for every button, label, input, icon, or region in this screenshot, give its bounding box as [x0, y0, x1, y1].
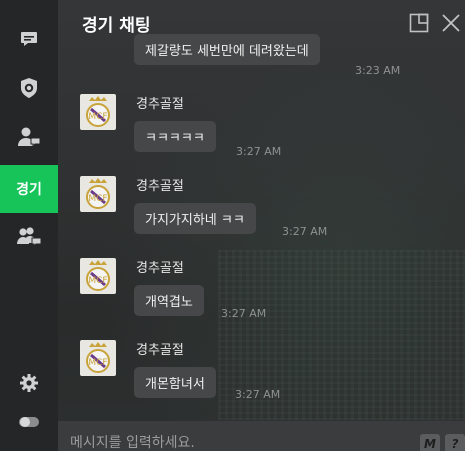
message-time: 3:27 AM	[282, 225, 328, 238]
avatar[interactable]: MCF	[80, 94, 116, 130]
avatar[interactable]: MCF	[80, 176, 116, 212]
user-chat-icon	[18, 127, 41, 148]
help-button[interactable]: ?	[445, 434, 465, 451]
sidebar-item-chat[interactable]	[0, 17, 58, 61]
gear-icon	[20, 374, 38, 392]
club-crest-icon: MCF	[86, 178, 110, 209]
match-chat-panel: 경기 채팅 제갈량도 세번만에 데려왔는데 3:23 AM MCF 경추골절 ㅋ…	[58, 0, 465, 451]
svg-text:MCF: MCF	[88, 194, 107, 204]
message-bubble: 가지가지하네 ㅋㅋ	[134, 203, 256, 234]
avatar[interactable]: MCF	[80, 258, 116, 294]
message-list[interactable]: 제갈량도 세번만에 데려왔는데 3:23 AM MCF 경추골절 ㅋㅋㅋㅋㅋ 3…	[58, 34, 465, 420]
message-input-placeholder: 메시지를 입력하세요.	[70, 435, 195, 451]
message-time: 3:23 AM	[355, 64, 401, 77]
sidebar: 경기	[0, 0, 58, 451]
club-crest-icon: MCF	[86, 96, 110, 127]
sidebar-item-toggle[interactable]	[0, 400, 58, 444]
message-bubble: 제갈량도 세번만에 데려왔는데	[134, 34, 320, 65]
sidebar-item-settings[interactable]	[0, 361, 58, 405]
shield-ball-icon	[21, 78, 37, 98]
svg-text:MCF: MCF	[88, 276, 107, 286]
sidebar-item-group[interactable]	[0, 215, 58, 259]
club-crest-icon: MCF	[86, 260, 110, 291]
message-time: 3:27 AM	[236, 145, 282, 158]
message-item: 제갈량도 세번만에 데려왔는데 3:23 AM	[80, 7, 460, 81]
message-time: 3:27 AM	[235, 388, 281, 401]
message-bubble: ㅋㅋㅋㅋㅋ	[134, 121, 216, 152]
message-bubble: 개몬함녀서	[134, 367, 216, 398]
sidebar-item-match-label: 경기	[16, 182, 42, 198]
group-chat-icon	[17, 227, 42, 248]
message-bubble: 개역겹노	[134, 285, 204, 316]
avatar[interactable]: MCF	[80, 340, 116, 376]
sidebar-item-friends[interactable]	[0, 115, 58, 159]
toggle-icon	[19, 417, 39, 427]
chat-bubble-icon	[21, 32, 37, 46]
message-time: 3:27 AM	[221, 307, 267, 320]
message-item: MCF 경추골절 가지가지하네 ㅋㅋ 3:27 AM	[80, 176, 460, 246]
message-author: 경추골절	[136, 97, 184, 112]
sidebar-item-club[interactable]	[0, 66, 58, 110]
svg-text:MCF: MCF	[88, 112, 107, 122]
macro-button[interactable]: M	[420, 434, 440, 451]
club-crest-icon: MCF	[86, 342, 110, 373]
message-author: 경추골절	[136, 179, 184, 194]
svg-text:MCF: MCF	[88, 358, 107, 368]
sidebar-item-match[interactable]: 경기	[0, 165, 58, 213]
message-item: MCF 경추골절 ㅋㅋㅋㅋㅋ 3:27 AM	[80, 94, 460, 164]
message-author: 경추골절	[136, 343, 184, 358]
message-author: 경추골절	[136, 261, 184, 276]
message-input[interactable]: 메시지를 입력하세요. M ?	[58, 421, 465, 451]
message-item: MCF 경추골절 개역겹노 3:27 AM	[80, 258, 460, 328]
message-item: MCF 경추골절 개몬함녀서 3:27 AM	[80, 340, 460, 410]
